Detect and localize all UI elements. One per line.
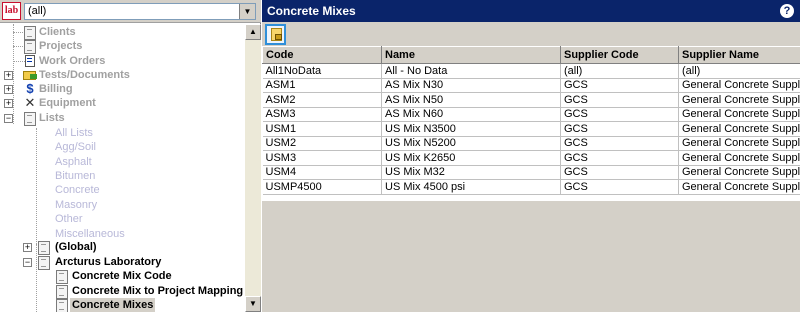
table-row[interactable]: USM1 US Mix N3500 GCS General Concrete Supp…: [262, 121, 800, 137]
table-cell[interactable]: USM3: [262, 150, 382, 166]
panel-title-bar: Concrete Mixes ?: [262, 0, 800, 22]
navigation-tree: Clients Projects Work Orders + Tests/Doc…: [4, 24, 244, 312]
document-icon: [54, 269, 70, 284]
table-cell[interactable]: US Mix 4500 psi: [381, 179, 561, 195]
table-row[interactable]: ASM1 AS Mix N30 GCS General Concrete Suppli…: [262, 78, 800, 93]
column-header-supplier-name[interactable]: Supplier Name: [678, 46, 800, 64]
table-cell[interactable]: All - No Data: [381, 63, 561, 79]
collapse-icon[interactable]: −: [23, 258, 32, 267]
lock-icon: [275, 34, 282, 40]
expand-icon[interactable]: +: [23, 243, 32, 252]
table-cell[interactable]: US Mix N5200: [381, 136, 561, 151]
table-cell[interactable]: General Concrete Supplier: [678, 107, 800, 122]
table-cell[interactable]: General Concrete Supplier: [678, 179, 800, 195]
table-row[interactable]: USM4 US Mix M32 GCS General Concrete Suppli…: [262, 165, 800, 180]
content-pane: Concrete Mixes ? Code Name Supplier Code…: [262, 0, 800, 312]
clipboard-icon: [22, 54, 38, 68]
filter-value: (all): [28, 5, 47, 17]
table-cell[interactable]: AS Mix N30: [381, 78, 561, 93]
dollar-icon: $: [26, 81, 34, 96]
help-icon[interactable]: ?: [780, 4, 794, 18]
data-grid: Code Name Supplier Code Supplier Name Al…: [262, 46, 800, 201]
table-cell[interactable]: All1NoData: [262, 63, 382, 79]
app-logo: lab: [2, 2, 21, 20]
toolbar: [262, 22, 800, 46]
table-cell[interactable]: General Concrete Supplier: [678, 150, 800, 166]
table-cell[interactable]: GCS: [560, 78, 679, 93]
document-icon: [36, 255, 52, 270]
grid-header-row: Code Name Supplier Code Supplier Name: [262, 46, 800, 64]
table-cell[interactable]: USMP4500: [262, 179, 382, 195]
scroll-up-icon[interactable]: ▲: [245, 24, 261, 40]
table-cell[interactable]: US Mix M32: [381, 165, 561, 180]
edit-record-button[interactable]: [265, 24, 286, 45]
document-icon: [36, 240, 52, 255]
table-cell[interactable]: General Concrete Supplier: [678, 121, 800, 137]
table-cell[interactable]: ASM1: [262, 78, 382, 93]
folder-arrow-icon: [22, 68, 38, 82]
table-cell[interactable]: General Concrete Supplier: [678, 165, 800, 180]
table-cell[interactable]: GCS: [560, 92, 679, 108]
table-cell[interactable]: General Concrete Supplier: [678, 136, 800, 151]
table-cell[interactable]: US Mix K2650: [381, 150, 561, 166]
filter-select[interactable]: (all) ▼: [24, 3, 256, 20]
expand-icon[interactable]: +: [4, 99, 13, 108]
table-cell[interactable]: AS Mix N60: [381, 107, 561, 122]
expand-icon[interactable]: +: [4, 85, 13, 94]
table-cell[interactable]: GCS: [560, 150, 679, 166]
table-cell[interactable]: USM4: [262, 165, 382, 180]
table-row[interactable]: All1NoData All - No Data (all) (all): [262, 63, 800, 79]
table-row[interactable]: ASM3 AS Mix N60 GCS General Concrete Suppli…: [262, 107, 800, 122]
expand-icon[interactable]: +: [4, 71, 13, 80]
document-icon: [54, 298, 70, 312]
table-cell[interactable]: GCS: [560, 121, 679, 137]
table-row[interactable]: USMP4500 US Mix 4500 psi GCS General Concre…: [262, 179, 800, 195]
table-row[interactable]: ASM2 AS Mix N50 GCS General Concrete Suppli…: [262, 92, 800, 108]
column-header-supplier-code[interactable]: Supplier Code: [560, 46, 679, 64]
panel-title: Concrete Mixes: [267, 4, 356, 18]
scroll-down-icon[interactable]: ▼: [245, 296, 261, 312]
filter-bar: lab (all) ▼: [0, 0, 261, 23]
table-row[interactable]: USM2 US Mix N5200 GCS General Concrete Supp…: [262, 136, 800, 151]
column-header-code[interactable]: Code: [262, 46, 382, 64]
tools-icon: ✕: [24, 95, 36, 110]
table-cell[interactable]: General Concrete Supplier: [678, 78, 800, 93]
tree-scrollbar[interactable]: ▲ ▼: [245, 24, 261, 312]
table-cell[interactable]: (all): [678, 63, 800, 79]
table-cell[interactable]: US Mix N3500: [381, 121, 561, 137]
table-cell[interactable]: ASM2: [262, 92, 382, 108]
table-cell[interactable]: (all): [560, 63, 679, 79]
table-cell[interactable]: GCS: [560, 107, 679, 122]
table-cell[interactable]: GCS: [560, 136, 679, 151]
table-cell[interactable]: USM1: [262, 121, 382, 137]
table-cell[interactable]: ASM3: [262, 107, 382, 122]
navigation-pane: lab (all) ▼ Clients Projects Work Orders…: [0, 0, 261, 312]
document-icon: [54, 284, 70, 299]
chevron-down-icon[interactable]: ▼: [239, 4, 255, 19]
document-icon: [22, 111, 38, 126]
table-cell[interactable]: General Concrete Supplier: [678, 92, 800, 108]
table-cell[interactable]: GCS: [560, 179, 679, 195]
document-icon: [22, 25, 38, 40]
column-header-name[interactable]: Name: [381, 46, 561, 64]
table-cell[interactable]: USM2: [262, 136, 382, 151]
table-cell[interactable]: GCS: [560, 165, 679, 180]
table-cell[interactable]: AS Mix N50: [381, 92, 561, 108]
collapse-icon[interactable]: −: [4, 114, 13, 123]
document-icon: [22, 39, 38, 54]
table-row[interactable]: USM3 US Mix K2650 GCS General Concrete Supp…: [262, 150, 800, 166]
